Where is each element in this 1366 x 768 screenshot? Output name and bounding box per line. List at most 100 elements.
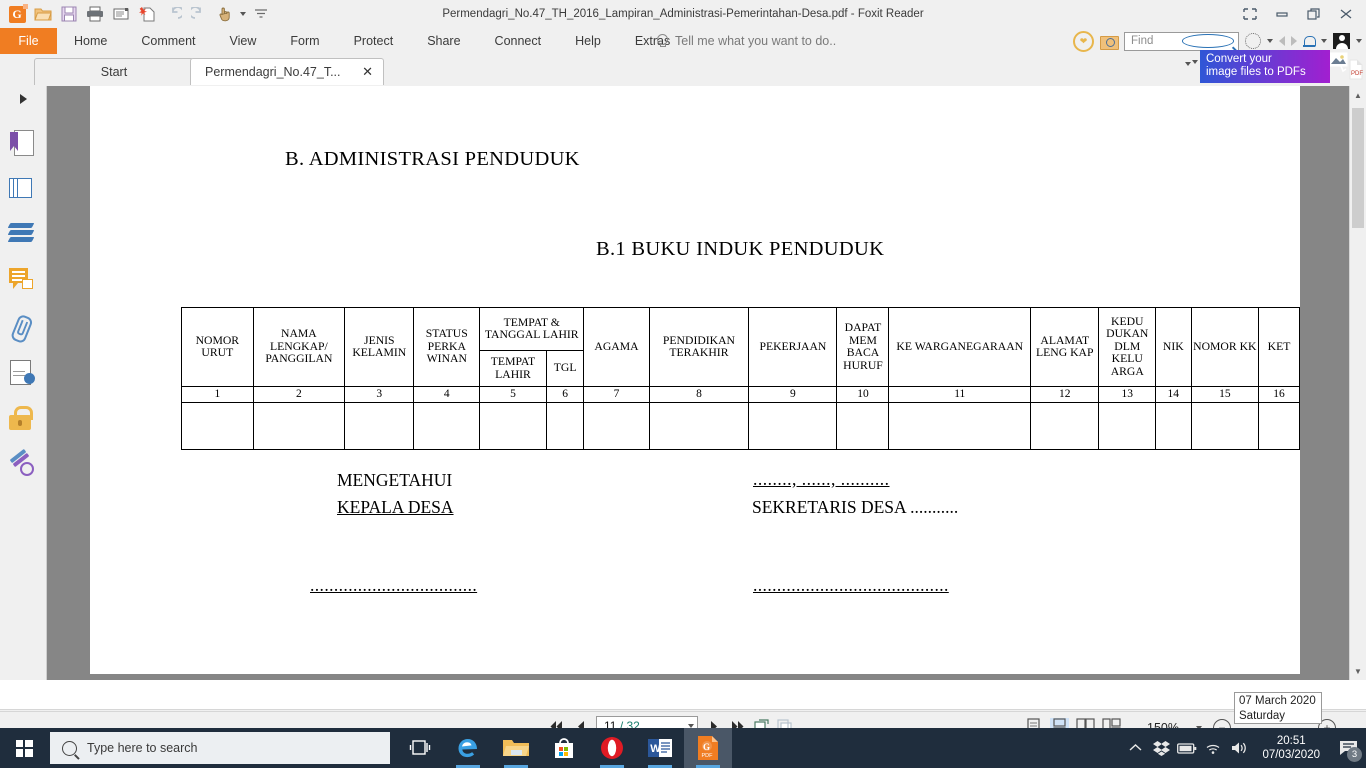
th-alamat-lengkap: ALAMAT LENG KAP <box>1030 307 1100 387</box>
promo-banner[interactable]: Convert your image files to PDFs <box>1200 50 1330 83</box>
promo-collapse-icon[interactable] <box>1192 60 1198 64</box>
pdf-page: B. ADMINISTRASI PENDUDUK B.1 BUKU INDUK … <box>90 86 1300 674</box>
menu-item-home[interactable]: Home <box>57 28 124 54</box>
menu-item-form[interactable]: Form <box>273 28 336 54</box>
sidebar-item-security[interactable] <box>9 406 37 434</box>
vertical-scroll-thumb[interactable] <box>1352 108 1364 228</box>
favorites-icon[interactable]: ❤ <box>1073 30 1094 52</box>
sidebar-item-layers[interactable] <box>7 222 37 250</box>
microsoft-word-icon[interactable]: W <box>636 728 684 768</box>
tell-me-search[interactable]: Tell me what you want to do.. <box>655 28 836 54</box>
scroll-down-icon[interactable]: ▼ <box>1350 662 1366 680</box>
menu-item-connect[interactable]: Connect <box>478 28 559 54</box>
microsoft-store-icon[interactable] <box>540 728 588 768</box>
close-icon[interactable] <box>1330 0 1362 28</box>
next-view-icon[interactable] <box>1291 36 1297 46</box>
col-number-11: 11 <box>888 386 1032 403</box>
col-number-1: 1 <box>181 386 254 403</box>
th-jenis-kelamin: JENIS KELAMIN <box>344 307 415 387</box>
menu-item-help[interactable]: Help <box>558 28 618 54</box>
user-account-icon[interactable] <box>1333 33 1350 49</box>
gear-dropdown-icon[interactable] <box>1267 39 1273 43</box>
col-number-12: 12 <box>1030 386 1100 403</box>
image-to-pdf-icon[interactable]: PDF <box>1329 52 1364 81</box>
taskbar-search-input[interactable]: Type here to search <box>50 732 390 764</box>
account-dropdown-icon[interactable] <box>1356 39 1362 43</box>
tooltip-date: 07 March 2020 <box>1239 695 1316 707</box>
window-title: Permendagri_No.47_TH_2016_Lampiran_Admin… <box>442 8 924 20</box>
microsoft-edge-icon[interactable] <box>444 728 492 768</box>
th-dapat-membaca-huruf: DAPAT MEM BACA HURUF <box>836 307 890 387</box>
window-controls <box>1234 0 1362 28</box>
cell-empty <box>252 402 346 450</box>
sidebar-item-bookmarks[interactable] <box>9 130 37 158</box>
taskbar-clock[interactable]: 20:51 07/03/2020 <box>1252 728 1330 768</box>
volume-icon[interactable] <box>1226 728 1252 768</box>
signature-right-place: ........, ......, .......... <box>753 469 890 489</box>
wifi-icon[interactable] <box>1200 728 1226 768</box>
maximize-icon[interactable] <box>1298 0 1330 28</box>
menu-item-view[interactable]: View <box>213 28 274 54</box>
menu-item-comment[interactable]: Comment <box>124 28 212 54</box>
signature-right-role: SEKRETARIS DESA ........... <box>752 497 959 517</box>
col-number-9: 9 <box>748 386 838 403</box>
dropbox-icon[interactable] <box>1148 728 1174 768</box>
th-nama-lengkap: NAMA LENGKAP/ PANGGILAN <box>252 307 346 387</box>
sidebar-item-attachments[interactable] <box>9 314 37 342</box>
battery-icon[interactable] <box>1174 728 1200 768</box>
sidebar-item-comments[interactable] <box>9 268 37 296</box>
stamp-icon <box>9 360 35 385</box>
table-header-row-1: NOMOR URUT NAMA LENGKAP/ PANGGILAN JENIS… <box>181 307 1300 387</box>
expand-panel-arrow-icon[interactable] <box>20 94 27 104</box>
clock-date: 07/03/2020 <box>1262 749 1320 761</box>
notification-bell-icon[interactable] <box>1303 35 1316 48</box>
windows-start-icon[interactable] <box>0 728 48 768</box>
tab-document[interactable]: Permendagri_No.47_T... ✕ <box>190 58 384 85</box>
sidebar-item-digital-signature[interactable] <box>9 448 37 480</box>
file-explorer-icon[interactable] <box>492 728 540 768</box>
close-tab-icon[interactable]: ✕ <box>362 64 373 80</box>
foxit-reader-icon[interactable]: G PDF <box>684 728 732 768</box>
col-number-16: 16 <box>1258 386 1300 403</box>
promo-line-1: Convert your <box>1206 53 1272 65</box>
notification-count-badge: 3 <box>1347 747 1362 762</box>
search-icon <box>62 740 77 756</box>
page-thumbnails-icon <box>9 176 33 200</box>
tab-list-dropdown-icon[interactable] <box>1185 62 1191 66</box>
col-number-10: 10 <box>836 386 890 403</box>
sidebar-item-page-thumbnails[interactable] <box>9 176 37 204</box>
vertical-scrollbar[interactable]: ▲ ▼ <box>1349 86 1366 680</box>
scroll-up-icon[interactable]: ▲ <box>1350 86 1366 104</box>
find-input[interactable]: Find <box>1124 31 1239 51</box>
cell-empty <box>648 402 750 450</box>
tab-start[interactable]: Start <box>34 58 194 85</box>
gear-icon[interactable] <box>1245 33 1261 49</box>
opera-browser-icon[interactable] <box>588 728 636 768</box>
show-hidden-icons-icon[interactable] <box>1122 728 1148 768</box>
action-center-icon[interactable]: 3 <box>1330 728 1366 768</box>
previous-view-icon[interactable] <box>1279 36 1285 46</box>
col-number-15: 15 <box>1190 386 1260 403</box>
col-number-7: 7 <box>583 386 650 403</box>
table-numbering-row: 1 2 3 4 5 6 7 8 9 10 11 12 13 14 15 16 <box>181 386 1300 403</box>
col-number-14: 14 <box>1155 386 1192 403</box>
document-tab-strip: Start Permendagri_No.47_T... ✕ <box>0 54 1366 87</box>
minimize-icon[interactable] <box>1266 0 1298 28</box>
cell-empty <box>1030 402 1100 450</box>
cell-empty <box>1190 402 1260 450</box>
cell-empty <box>413 402 481 450</box>
title-bar: G Permendagri_No.47_TH_2016_Lampiran_Adm… <box>0 0 1366 28</box>
sidebar-item-stamp[interactable] <box>9 360 37 388</box>
menu-item-share[interactable]: Share <box>410 28 477 54</box>
notification-dropdown-icon[interactable] <box>1321 39 1327 43</box>
cell-empty <box>479 402 547 450</box>
search-icon[interactable] <box>1181 34 1234 48</box>
task-view-icon[interactable] <box>396 728 444 768</box>
folder-search-icon[interactable] <box>1100 34 1119 50</box>
file-menu-button[interactable]: File <box>0 28 57 54</box>
menu-item-protect[interactable]: Protect <box>337 28 411 54</box>
date-tooltip: 07 March 2020 Saturday <box>1234 692 1322 724</box>
restore-down-icon[interactable] <box>1234 0 1266 28</box>
document-view[interactable]: B. ADMINISTRASI PENDUDUK B.1 BUKU INDUK … <box>47 86 1350 680</box>
digital-signature-icon <box>9 448 35 476</box>
